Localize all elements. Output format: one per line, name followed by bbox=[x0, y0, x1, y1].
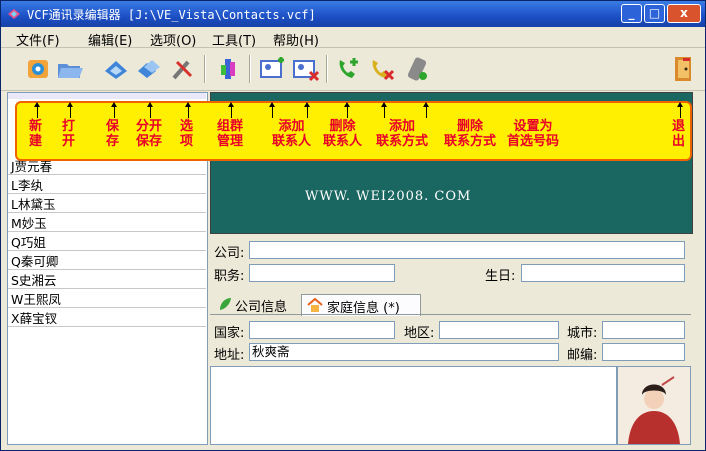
banner-text: WWW. WEI2008. COM bbox=[305, 189, 472, 204]
company-field[interactable] bbox=[249, 241, 685, 259]
delete-contact-method-icon[interactable] bbox=[367, 54, 397, 84]
annotation-arrow bbox=[677, 102, 683, 118]
window-title: VCF通讯录编辑器 [J:\VE_Vista\Contacts.vcf] bbox=[27, 8, 316, 22]
open-icon[interactable] bbox=[55, 54, 85, 84]
toolbar bbox=[1, 48, 705, 91]
house-icon bbox=[307, 297, 323, 312]
maximize-button[interactable]: □ bbox=[644, 4, 665, 23]
country-label: 国家: bbox=[214, 326, 245, 341]
city-label: 城市: bbox=[567, 326, 598, 341]
birthday-field[interactable] bbox=[521, 264, 685, 282]
tab-underline bbox=[210, 314, 691, 315]
position-field[interactable] bbox=[249, 264, 395, 282]
exit-icon[interactable] bbox=[667, 54, 697, 84]
tab-company-info[interactable]: 公司信息 bbox=[214, 294, 300, 315]
list-item[interactable]: W王熙凤 bbox=[11, 289, 61, 308]
annotation-arrow bbox=[111, 102, 117, 118]
leaf-icon bbox=[220, 298, 231, 310]
toolbar-annotation-panel: 新建 打开 保存 分开 保存 选项 组群 管理 添加 联系人 删除 联系人 添加 联系方式… bbox=[15, 101, 692, 161]
country-field[interactable] bbox=[249, 321, 395, 339]
new-icon[interactable] bbox=[23, 54, 53, 84]
annotation-label: 删除 联系人 bbox=[323, 119, 363, 149]
app-window: VCF通讯录编辑器 [J:\VE_Vista\Contacts.vcf] _ □… bbox=[0, 0, 706, 451]
app-icon bbox=[8, 9, 20, 19]
menu-tools[interactable]: 工具(T) bbox=[212, 30, 256, 49]
annotation-label: 新建 bbox=[29, 119, 43, 149]
position-label: 职务: bbox=[214, 269, 245, 284]
group-manage-icon[interactable] bbox=[215, 54, 245, 84]
annotation-label: 添加 联系人 bbox=[272, 119, 312, 149]
birthday-label: 生日: bbox=[485, 269, 516, 284]
annotation-label: 组群 管理 bbox=[217, 119, 244, 149]
portrait-image bbox=[618, 367, 690, 444]
save-icon[interactable] bbox=[101, 54, 131, 84]
annotation-label: 退出 bbox=[672, 119, 686, 149]
tab-home-info[interactable]: 家庭信息 (*) bbox=[301, 294, 421, 316]
annotation-label: 打开 bbox=[62, 119, 76, 149]
minimize-button[interactable]: _ bbox=[621, 4, 642, 23]
annotation-label: 选项 bbox=[180, 119, 194, 149]
list-item[interactable]: Q巧姐 bbox=[11, 232, 46, 251]
menu-edit[interactable]: 编辑(E) bbox=[88, 30, 132, 49]
annotation-label: 设置为 首选号码 bbox=[507, 119, 560, 149]
options-icon[interactable] bbox=[168, 54, 198, 84]
list-header-strip bbox=[8, 93, 206, 99]
add-contact-icon[interactable] bbox=[258, 54, 288, 84]
zip-field[interactable] bbox=[602, 343, 685, 361]
list-item[interactable]: L林黛玉 bbox=[11, 194, 55, 213]
annotation-arrow bbox=[423, 102, 429, 118]
list-item[interactable]: M妙玉 bbox=[11, 213, 47, 232]
list-item[interactable]: L李纨 bbox=[11, 175, 43, 194]
annotation-label: 删除 联系方式 bbox=[444, 119, 497, 149]
save-split-icon[interactable] bbox=[134, 54, 164, 84]
annotation-arrow bbox=[344, 102, 350, 118]
annotation-arrow bbox=[381, 102, 387, 118]
annotation-arrow bbox=[34, 102, 40, 118]
annotation-arrow bbox=[67, 102, 73, 118]
region-field[interactable] bbox=[439, 321, 559, 339]
close-button[interactable]: x bbox=[667, 4, 701, 23]
list-item[interactable]: X薛宝钗 bbox=[11, 308, 57, 327]
annotation-arrow bbox=[269, 102, 275, 118]
annotation-label: 添加 联系方式 bbox=[376, 119, 429, 149]
title-bar[interactable]: VCF通讯录编辑器 [J:\VE_Vista\Contacts.vcf] _ □… bbox=[1, 1, 705, 27]
address-label: 地址: bbox=[214, 348, 245, 363]
company-label: 公司: bbox=[214, 246, 245, 261]
annotation-arrow bbox=[228, 102, 234, 118]
add-contact-method-icon[interactable] bbox=[334, 54, 364, 84]
list-item[interactable]: Q秦可卿 bbox=[11, 251, 58, 270]
contact-photo[interactable] bbox=[617, 366, 691, 445]
annotation-arrow bbox=[304, 102, 310, 118]
toolbar-separator bbox=[204, 55, 206, 83]
menu-help[interactable]: 帮助(H) bbox=[273, 30, 319, 49]
zip-label: 邮编: bbox=[567, 348, 598, 363]
annotation-arrow bbox=[147, 102, 153, 118]
menu-file[interactable]: 文件(F) bbox=[16, 30, 60, 49]
toolbar-separator bbox=[326, 55, 328, 83]
annotation-label: 保存 bbox=[106, 119, 120, 149]
toolbar-separator bbox=[249, 55, 251, 83]
annotation-arrow bbox=[185, 102, 191, 118]
delete-contact-icon[interactable] bbox=[291, 54, 321, 84]
list-item[interactable]: S史湘云 bbox=[11, 270, 56, 289]
set-preferred-number-icon[interactable] bbox=[403, 54, 433, 84]
menu-bar: 文件(F) 编辑(E) 选项(O) 工具(T) 帮助(H) bbox=[1, 27, 705, 49]
address-field[interactable]: 秋爽斋 bbox=[249, 343, 559, 361]
annotation-label: 分开 保存 bbox=[136, 119, 163, 149]
city-field[interactable] bbox=[602, 321, 685, 339]
menu-options[interactable]: 选项(O) bbox=[150, 30, 196, 49]
region-label: 地区: bbox=[404, 326, 435, 341]
notes-area[interactable] bbox=[210, 366, 617, 445]
